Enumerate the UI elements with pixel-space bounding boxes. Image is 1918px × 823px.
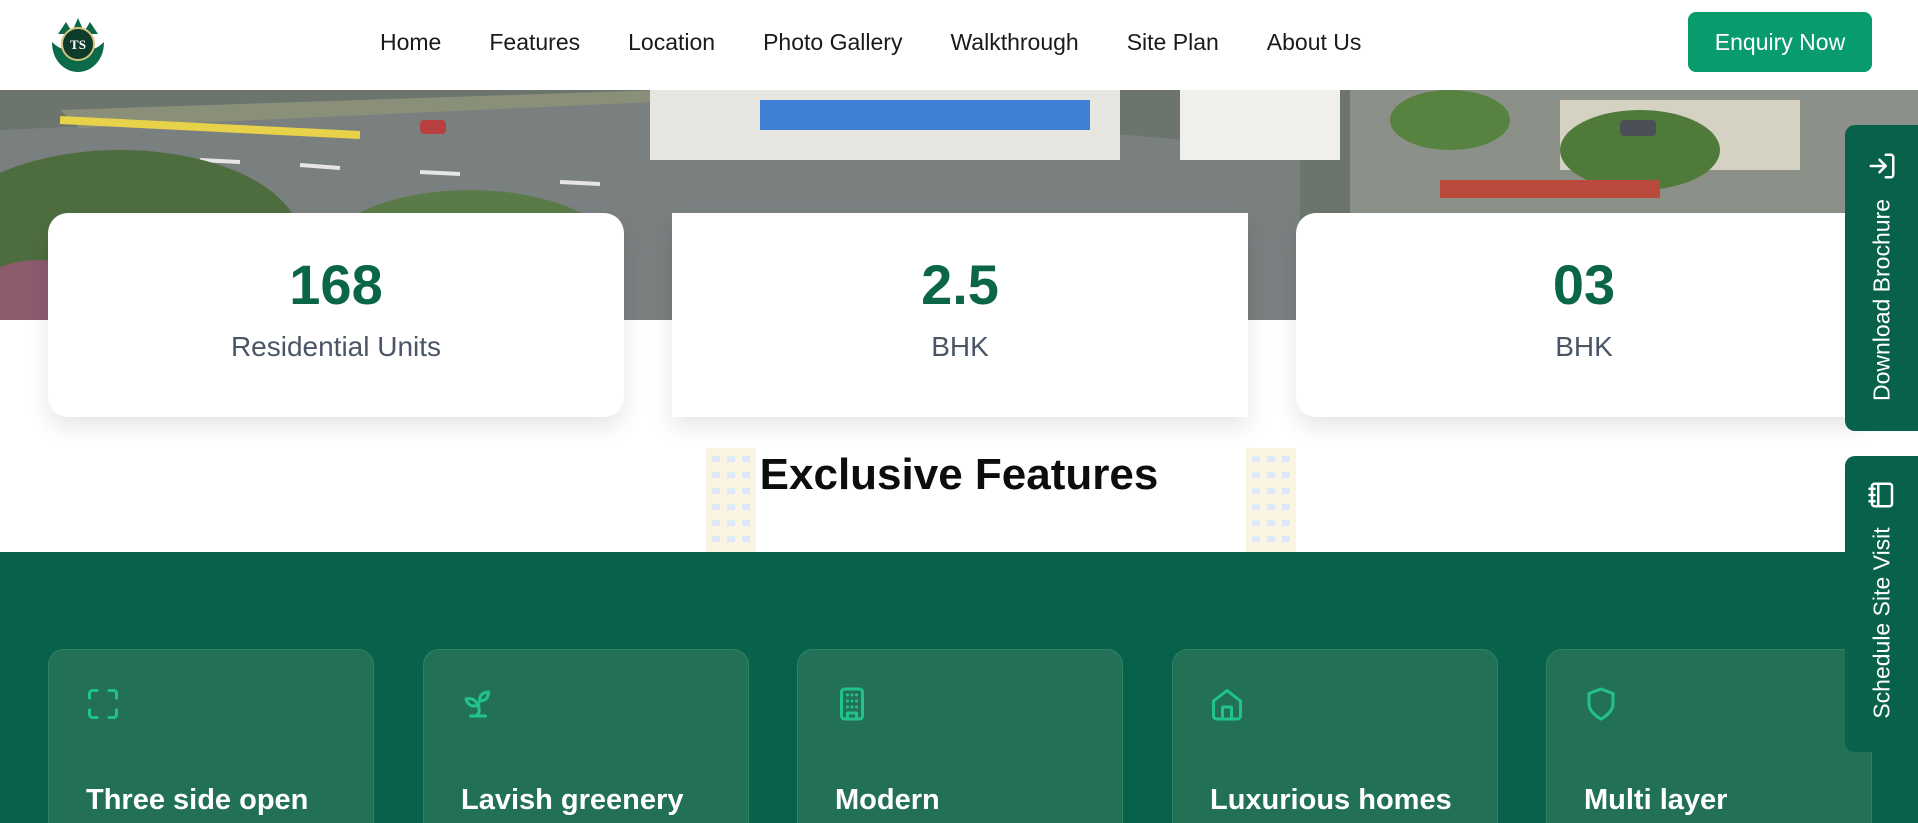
schedule-site-visit-tab[interactable]: Schedule Site Visit xyxy=(1845,456,1918,752)
shield-icon xyxy=(1587,687,1615,721)
sprout-icon xyxy=(464,690,490,718)
feature-title: Modern xyxy=(835,784,940,816)
feature-card-modern[interactable]: Modern xyxy=(797,649,1123,823)
scan-frame-icon xyxy=(88,689,118,719)
brand-logo[interactable]: TS xyxy=(46,12,110,76)
site-header: TS Home Features Location Photo Gallery … xyxy=(0,0,1918,90)
stat-value: 2.5 xyxy=(921,253,999,316)
stat-label: Residential Units xyxy=(230,331,442,362)
schedule-site-visit-label: Schedule Site Visit xyxy=(1868,527,1894,719)
features-section: Three side open Lavish greenery Modern L… xyxy=(0,552,1918,823)
stat-value: 03 xyxy=(1552,253,1616,316)
feature-card-multi-layer[interactable]: Multi layer xyxy=(1546,649,1872,823)
download-brochure-label: Download Brochure xyxy=(1868,198,1894,402)
nav-site-plan[interactable]: Site Plan xyxy=(1127,29,1219,56)
main-nav: Home Features Location Photo Gallery Wal… xyxy=(380,0,1409,84)
enquiry-now-button[interactable]: Enquiry Now xyxy=(1688,12,1872,72)
stat-card-2-5-bhk: 2.5 BHK xyxy=(672,213,1248,417)
stat-card-residential-units: 168 Residential Units xyxy=(48,213,624,417)
stat-value: 168 xyxy=(289,253,383,316)
logo-initials: TS xyxy=(70,37,86,52)
feature-title: Lavish greenery xyxy=(461,784,684,816)
stat-label: BHK xyxy=(1555,331,1613,362)
feature-card-lavish-greenery[interactable]: Lavish greenery xyxy=(423,649,749,823)
feature-card-luxurious-homes[interactable]: Luxurious homes xyxy=(1172,649,1498,823)
stat-card-3-bhk: 03 BHK xyxy=(1296,213,1872,417)
feature-title: Luxurious homes xyxy=(1210,784,1452,816)
features-heading-area: Exclusive Features xyxy=(0,430,1918,552)
section-title: Exclusive Features xyxy=(759,450,1159,499)
feature-title: Three side open xyxy=(86,784,309,816)
nav-home[interactable]: Home xyxy=(380,29,441,56)
nav-about-us[interactable]: About Us xyxy=(1267,29,1362,56)
stat-label: BHK xyxy=(931,331,989,362)
nav-walkthrough[interactable]: Walkthrough xyxy=(950,29,1078,56)
building-icon xyxy=(840,687,864,721)
notebook-icon xyxy=(1868,482,1894,508)
download-brochure-tab[interactable]: Download Brochure xyxy=(1845,125,1918,431)
nav-features[interactable]: Features xyxy=(489,29,580,56)
log-in-icon xyxy=(1869,153,1895,179)
feature-title: Multi layer xyxy=(1584,784,1728,816)
feature-card-three-side-open[interactable]: Three side open xyxy=(48,649,374,823)
nav-photo-gallery[interactable]: Photo Gallery xyxy=(763,29,902,56)
nav-location[interactable]: Location xyxy=(628,29,715,56)
home-icon xyxy=(1212,689,1242,721)
